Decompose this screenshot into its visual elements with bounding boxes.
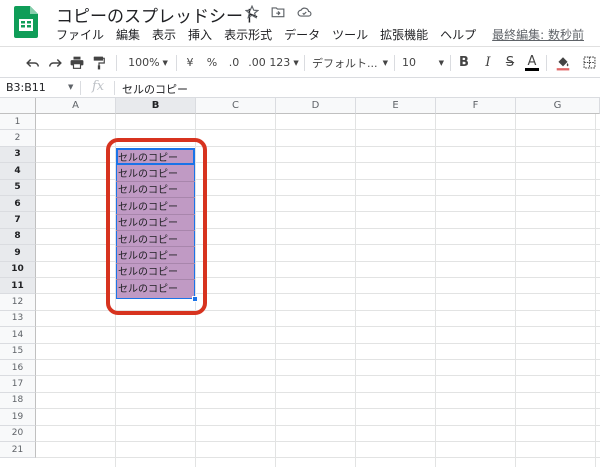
formula-bar: B3:B11 ▼ fx セルのコピー [0, 78, 600, 98]
toolbar-divider [450, 55, 451, 71]
menu-insert[interactable]: 挿入 [188, 26, 218, 43]
row-header[interactable]: 15 [0, 343, 36, 360]
last-edit-link[interactable]: 最終編集: 数秒前 [492, 26, 584, 43]
row-header[interactable]: 18 [0, 392, 36, 410]
menu-view[interactable]: 表示 [152, 26, 182, 43]
column-header-b[interactable]: B [116, 98, 196, 114]
zoom-select[interactable]: 100% ▼ [124, 47, 172, 78]
title-bar: コピーのスプレッドシート ファイル 編集 表示 挿入 表示形式 データ ツール … [0, 0, 600, 46]
chevron-down-icon: ▼ [162, 58, 168, 67]
fill-color-icon[interactable] [554, 47, 572, 78]
column-header-g[interactable]: G [516, 98, 600, 114]
row-header[interactable]: 2 [0, 130, 36, 147]
sheets-logo-icon[interactable] [14, 6, 38, 38]
toolbar-divider [394, 55, 395, 71]
annotation-highlight-box [106, 138, 207, 315]
decrease-decimal-button[interactable]: .0 [224, 47, 244, 78]
move-to-folder-icon[interactable] [270, 4, 286, 20]
column-header-a[interactable]: A [36, 98, 116, 114]
column-header-c[interactable]: C [196, 98, 276, 114]
font-value: デフォルト... [312, 56, 378, 70]
toolbar-divider [176, 55, 177, 71]
menu-help[interactable]: ヘルプ [440, 26, 482, 43]
strikethrough-button[interactable]: S [502, 47, 518, 78]
print-icon[interactable] [68, 47, 86, 78]
more-formats-button[interactable]: 123 ▼ [269, 47, 299, 78]
menu-bar: ファイル 編集 表示 挿入 表示形式 データ ツール 拡張機能 ヘルプ 最終編集… [56, 26, 584, 43]
row-header[interactable]: 8 [0, 228, 36, 246]
toolbar-divider [546, 55, 547, 71]
row-header[interactable]: 12 [0, 294, 36, 311]
percent-format-button[interactable]: % [204, 47, 220, 78]
row-header[interactable]: 11 [0, 278, 36, 295]
undo-icon[interactable] [24, 47, 42, 78]
row-header[interactable]: 17 [0, 376, 36, 393]
currency-format-button[interactable]: ¥ [182, 47, 198, 78]
font-size-select[interactable]: 10 ▼ [402, 47, 444, 78]
row-header[interactable]: 19 [0, 409, 36, 426]
italic-button[interactable]: I [480, 47, 496, 78]
row-header[interactable]: 21 [0, 442, 36, 459]
toolbar-divider [116, 55, 117, 71]
text-color-label: A [527, 53, 537, 69]
increase-decimal-button[interactable]: .00 [246, 47, 268, 78]
chevron-down-icon[interactable]: ▼ [68, 83, 73, 91]
chevron-down-icon: ▼ [293, 58, 299, 67]
formula-input[interactable]: セルのコピー [122, 81, 188, 97]
formula-divider [80, 81, 81, 95]
name-box[interactable]: B3:B11 [6, 81, 46, 94]
text-color-button[interactable]: A [524, 47, 540, 78]
row-header[interactable]: 9 [0, 245, 36, 262]
menu-format[interactable]: 表示形式 [224, 26, 278, 43]
more-formats-label: 123 [269, 56, 291, 69]
star-icon[interactable] [244, 4, 260, 20]
row-header[interactable]: 5 [0, 179, 36, 196]
menu-extensions[interactable]: 拡張機能 [380, 26, 434, 43]
borders-icon[interactable] [580, 47, 598, 78]
cloud-status-icon[interactable] [296, 4, 312, 20]
zoom-value: 100% [128, 56, 160, 69]
row-header[interactable]: 10 [0, 261, 36, 278]
chevron-down-icon: ▼ [382, 58, 388, 67]
spreadsheet-grid[interactable]: A B C D E F G 1 2 3 4 5 6 7 8 9 10 11 12… [0, 98, 600, 467]
menu-data[interactable]: データ [284, 26, 326, 43]
paint-format-icon[interactable] [90, 47, 108, 78]
column-header-f[interactable]: F [436, 98, 516, 114]
formula-divider [114, 81, 115, 95]
row-header[interactable]: 13 [0, 310, 36, 328]
document-title[interactable]: コピーのスプレッドシート [56, 2, 260, 27]
row-header[interactable]: 4 [0, 163, 36, 180]
row-header[interactable]: 14 [0, 327, 36, 344]
toolbar: 100% ▼ ¥ % .0 .00 123 ▼ デフォルト... ▼ 10 ▼ B I … [0, 46, 600, 78]
select-all-corner[interactable] [0, 98, 36, 114]
menu-tools[interactable]: ツール [332, 26, 374, 43]
menu-file[interactable]: ファイル [56, 26, 110, 43]
text-color-bar [525, 67, 539, 71]
menu-edit[interactable]: 編集 [116, 26, 146, 43]
row-header[interactable]: 20 [0, 425, 36, 442]
font-select[interactable]: デフォルト... ▼ [312, 47, 388, 78]
function-icon: fx [92, 79, 105, 94]
bold-button[interactable]: B [456, 47, 472, 78]
toolbar-divider [304, 55, 305, 71]
column-header-d[interactable]: D [276, 98, 356, 114]
row-header[interactable]: 6 [0, 196, 36, 213]
row-header[interactable]: 16 [0, 360, 36, 377]
column-header-e[interactable]: E [356, 98, 436, 114]
font-size-value: 10 [402, 56, 416, 69]
chevron-down-icon: ▼ [438, 58, 444, 67]
row-header[interactable]: 1 [0, 114, 36, 131]
row-header[interactable]: 3 [0, 146, 36, 164]
redo-icon[interactable] [46, 47, 64, 78]
row-header[interactable]: 7 [0, 212, 36, 229]
